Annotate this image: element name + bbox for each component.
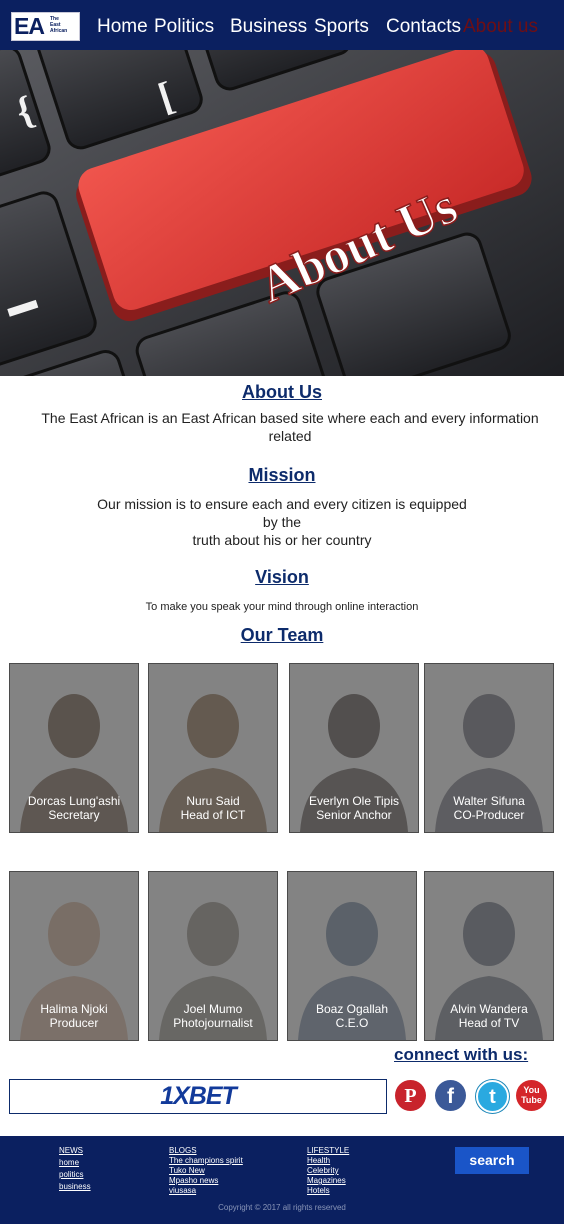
vision-heading: Vision <box>255 567 309 587</box>
mission-text: Our mission is to ensure each and every … <box>97 496 467 548</box>
team-member-card: Everlyn Ole Tipis Senior Anchor <box>289 663 419 833</box>
team-member-name: Halima Njoki <box>40 1002 108 1016</box>
nav-sports-link[interactable]: Sports <box>314 16 369 38</box>
team-member-name: Walter Sifuna <box>453 794 525 808</box>
ad-text: 1XBET <box>160 1082 237 1110</box>
footer-lifestyle-heading: LIFESTYLE <box>307 1146 350 1155</box>
footer-link[interactable]: viusasa <box>169 1186 243 1196</box>
footer-link[interactable]: Mpasho news <box>169 1176 243 1186</box>
nav-business-link[interactable]: Business <box>230 16 307 38</box>
team-member-name: Joel Mumo <box>183 1002 243 1016</box>
connect-heading: connect with us: <box>394 1045 529 1064</box>
team-member-card: Walter Sifuna CO-Producer <box>424 663 554 833</box>
footer-link[interactable]: Health <box>307 1156 349 1166</box>
team-member-role: CO-Producer <box>453 808 525 822</box>
pinterest-icon[interactable]: P <box>395 1080 426 1111</box>
footer-link[interactable]: Celebrity <box>307 1166 349 1176</box>
keyboard-illustration: [ { About Us <box>0 50 564 376</box>
about-heading: About Us <box>242 382 322 402</box>
youtube-icon[interactable]: You Tube <box>516 1080 547 1111</box>
team-member-role: Secretary <box>48 808 100 822</box>
vision-text: To make you speak your mind through onli… <box>145 601 419 613</box>
footer-link[interactable]: The champions spirit <box>169 1156 243 1166</box>
footer-link[interactable]: Magazines <box>307 1176 349 1186</box>
footer-link[interactable]: politics <box>59 1170 91 1180</box>
nav-home-link[interactable]: Home <box>97 16 148 38</box>
logo-letters: EA <box>14 13 45 39</box>
footer-link[interactable]: home <box>59 1158 91 1168</box>
nav-politics-link[interactable]: Politics <box>154 16 214 38</box>
twitter-icon[interactable]: t <box>476 1080 509 1113</box>
footer-link[interactable]: Tuko New <box>169 1166 243 1176</box>
team-member-role: Senior Anchor <box>316 808 392 822</box>
team-member-role: Head of TV <box>458 1016 520 1030</box>
team-member-name: Alvin Wandera <box>450 1002 528 1016</box>
team-member-card: Nuru Said Head of ICT <box>148 663 278 833</box>
nav-about-link[interactable]: About us <box>463 16 538 38</box>
search-button[interactable]: search <box>455 1147 529 1174</box>
team-member-name: Boaz Ogallah <box>315 1002 389 1016</box>
team-member-card: Boaz Ogallah C.E.O <box>287 871 417 1041</box>
team-member-card: Halima Njoki Producer <box>9 871 139 1041</box>
team-member-name: Nuru Said <box>186 794 240 808</box>
site-logo[interactable]: EA The East African <box>11 12 80 41</box>
mission-heading: Mission <box>248 465 316 485</box>
team-member-name: Everlyn Ole Tipis <box>308 794 400 808</box>
footer-news-heading: NEWS <box>59 1146 83 1155</box>
ad-banner[interactable]: 1XBET <box>9 1079 387 1114</box>
top-navbar: EA The East African Home Politics Business… <box>0 0 564 50</box>
footer-blogs-column: BLOGS The champions spirit Tuko New Mpas… <box>169 1146 243 1196</box>
footer-link[interactable]: business <box>59 1182 91 1192</box>
team-member-role: C.E.O <box>335 1016 369 1030</box>
footer-news-column: NEWS home politics business <box>59 1146 91 1192</box>
footer-link[interactable]: Hotels <box>307 1186 349 1196</box>
logo-text: The East African <box>50 16 68 34</box>
team-member-role: Producer <box>49 1016 99 1030</box>
about-text: The East African is an East African base… <box>41 410 539 444</box>
team-heading: Our Team <box>240 625 324 645</box>
hero-keyboard-image: [ { About Us <box>0 50 564 376</box>
team-member-card: Joel Mumo Photojournalist <box>148 871 278 1041</box>
team-member-card: Dorcas Lung'ashi Secretary <box>9 663 139 833</box>
footer-blogs-heading: BLOGS <box>169 1146 197 1155</box>
team-member-name: Dorcas Lung'ashi <box>27 794 121 808</box>
nav-contacts-link[interactable]: Contacts <box>386 16 461 38</box>
facebook-icon[interactable]: f <box>435 1080 466 1111</box>
footer-lifestyle-column: LIFESTYLE Health Celebrity Magazines Hot… <box>307 1146 349 1196</box>
footer: NEWS home politics business BLOGS The ch… <box>0 1136 564 1224</box>
team-member-card: Alvin Wandera Head of TV <box>424 871 554 1041</box>
copyright-text: Copyright © 2017 all rights reserved <box>218 1203 346 1212</box>
team-member-role: Head of ICT <box>180 808 246 822</box>
team-member-role: Photojournalist <box>173 1016 253 1030</box>
